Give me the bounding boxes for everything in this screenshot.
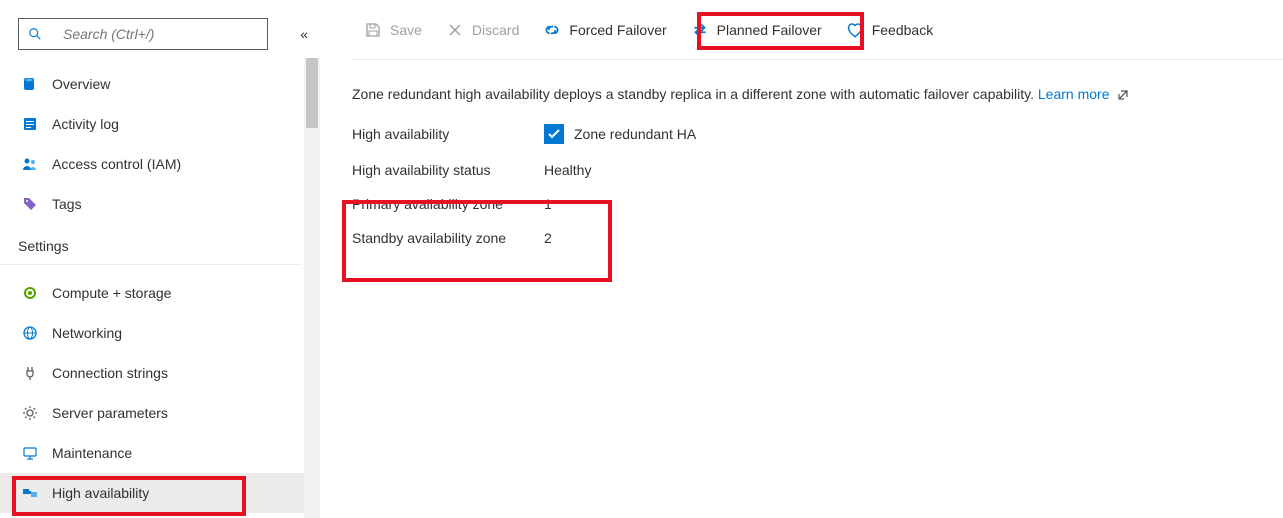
sidebar-item-label: High availability [52,485,149,501]
toolbar-label: Forced Failover [569,22,666,38]
swap-icon [691,21,709,39]
scrollbar[interactable] [304,58,320,518]
description: Zone redundant high availability deploys… [352,86,1283,102]
main-content: Save Discard Forced Failover Planned Fai… [320,0,1283,518]
sidebar-item-label: Overview [52,76,110,92]
toolbar: Save Discard Forced Failover Planned Fai… [352,0,1283,60]
sidebar-item-server-parameters[interactable]: Server parameters [0,393,320,433]
ha-status-label: High availability status [352,162,544,178]
sidebar-item-activity-log[interactable]: Activity log [0,104,320,144]
link-icon [543,21,561,39]
primary-zone-row: Primary availability zone 1 [352,196,1283,212]
toolbar-label: Feedback [872,22,933,38]
standby-zone-value: 2 [544,230,552,246]
sidebar-item-networking[interactable]: Networking [0,313,320,353]
close-icon [446,21,464,39]
ha-status-row: High availability status Healthy [352,162,1283,178]
monitor-icon [22,445,38,461]
primary-zone-value: 1 [544,196,552,212]
ha-icon [22,485,38,501]
planned-failover-button[interactable]: Planned Failover [679,12,834,48]
sidebar-item-compute-storage[interactable]: Compute + storage [0,273,320,313]
ha-checkbox[interactable] [544,124,564,144]
sidebar-item-label: Maintenance [52,445,132,461]
sidebar: « Overview Activity log Access control (… [0,0,320,518]
standby-zone-row: Standby availability zone 2 [352,230,1283,246]
heart-icon [846,21,864,39]
globe-icon [22,325,38,341]
sidebar-item-access-control[interactable]: Access control (IAM) [0,144,320,184]
sidebar-item-label: Server parameters [52,405,168,421]
sidebar-item-overview[interactable]: Overview [0,64,320,104]
forced-failover-button[interactable]: Forced Failover [531,12,678,48]
search-icon [27,26,43,42]
database-icon [22,76,38,92]
plug-icon [22,365,38,381]
ha-checkbox-label: Zone redundant HA [574,126,696,142]
gear-icon [22,405,38,421]
description-text: Zone redundant high availability deploys… [352,86,1034,102]
toolbar-label: Save [390,22,422,38]
sidebar-item-high-availability[interactable]: High availability [0,473,320,513]
standby-zone-label: Standby availability zone [352,230,544,246]
sidebar-item-maintenance[interactable]: Maintenance [0,433,320,473]
external-link-icon [1117,89,1129,101]
sidebar-item-label: Tags [52,196,82,212]
learn-more-link[interactable]: Learn more [1038,86,1110,102]
feedback-button[interactable]: Feedback [834,12,945,48]
collapse-sidebar-button[interactable]: « [300,26,308,42]
sidebar-item-label: Compute + storage [52,285,171,301]
toolbar-label: Planned Failover [717,22,822,38]
checkmark-icon [547,127,561,141]
save-button[interactable]: Save [352,12,434,48]
discard-button[interactable]: Discard [434,12,531,48]
sidebar-item-label: Access control (IAM) [52,156,181,172]
primary-zone-label: Primary availability zone [352,196,544,212]
save-icon [364,21,382,39]
scrollbar-thumb[interactable] [306,58,318,128]
sidebar-item-label: Networking [52,325,122,341]
search-box[interactable] [18,18,268,50]
toolbar-label: Discard [472,22,519,38]
log-icon [22,116,38,132]
settings-header: Settings [0,224,302,265]
sidebar-item-connection-strings[interactable]: Connection strings [0,353,320,393]
search-row: « [0,18,320,50]
compute-icon [22,285,38,301]
ha-row: High availability Zone redundant HA [352,124,1283,144]
search-input[interactable] [63,26,259,42]
tag-icon [22,196,38,212]
sidebar-item-label: Connection strings [52,365,168,381]
sidebar-item-tags[interactable]: Tags [0,184,320,224]
ha-label: High availability [352,126,544,142]
sidebar-item-label: Activity log [52,116,119,132]
people-icon [22,156,38,172]
ha-status-value: Healthy [544,162,591,178]
